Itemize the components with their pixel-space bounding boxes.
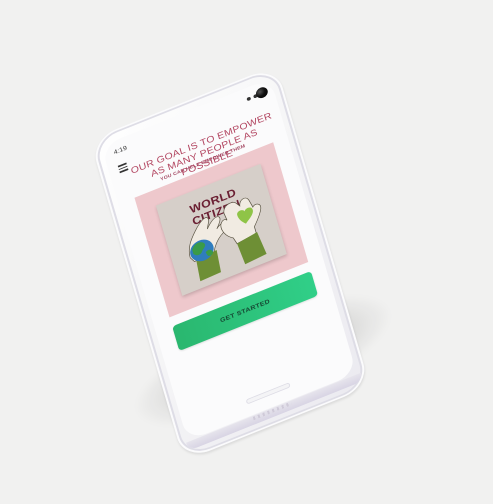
home-indicator — [245, 382, 291, 405]
hands-globe-heart-svg — [188, 197, 267, 282]
hamburger-menu-icon[interactable] — [117, 162, 129, 173]
status-time: 4:19 — [113, 145, 128, 157]
scene: 4:19 OUR GOAL IS TO EMPOWER AS MANY PEOP… — [0, 0, 493, 504]
notification-icon — [246, 96, 252, 102]
phone-device: 4:19 OUR GOAL IS TO EMPOWER AS MANY PEOP… — [89, 65, 371, 461]
world-citizen-illustration: WORLD CITIZEN — [155, 163, 287, 296]
right-hand-with-heart-icon — [220, 197, 267, 265]
